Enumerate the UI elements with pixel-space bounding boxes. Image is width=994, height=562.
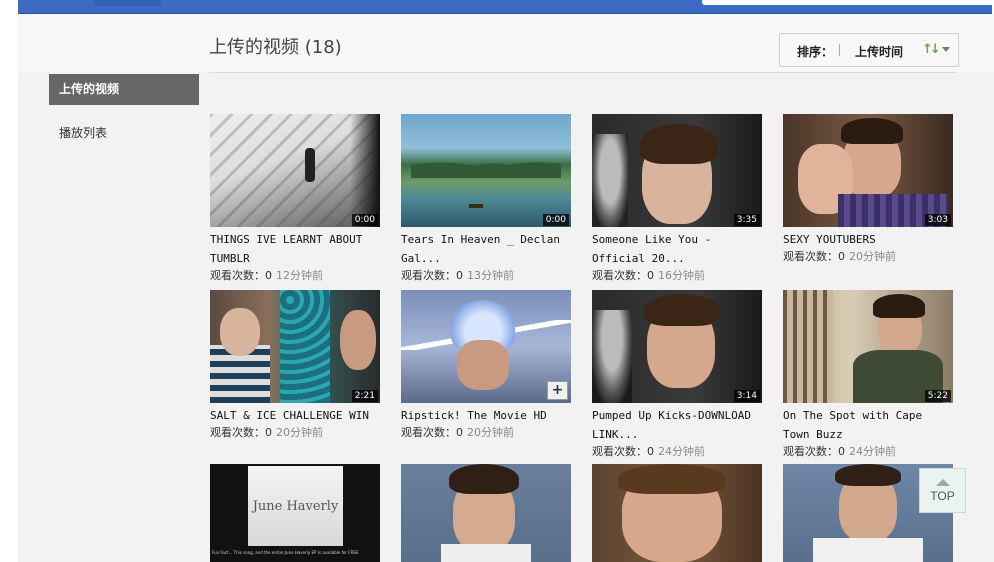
- video-meta: 观看次数：0 24分钟前: [783, 444, 955, 459]
- view-count: 0: [838, 445, 845, 458]
- upload-time: 12分钟前: [276, 269, 323, 282]
- upload-time: 24分钟前: [658, 445, 705, 458]
- thumbnail-caption: Fun Fact... This song, and the entire Ju…: [212, 550, 359, 555]
- view-count: 0: [647, 269, 654, 282]
- video-thumbnail[interactable]: 3:03: [783, 114, 953, 227]
- sort-label: 排序：: [797, 45, 834, 59]
- video-title[interactable]: THINGS IVE LEARNT ABOUT TUMBLR: [210, 230, 382, 268]
- page-title: 上传的视频 (18): [209, 37, 342, 58]
- video-thumbnail[interactable]: 5:22: [783, 290, 953, 403]
- video-meta: 观看次数：0 13分钟前: [401, 268, 573, 283]
- view-count: 0: [456, 426, 463, 439]
- video-thumbnail[interactable]: 3:35: [592, 114, 762, 227]
- video-duration: 0:00: [351, 214, 378, 226]
- video-card[interactable]: 3:03 SEXY YOUTUBERS 观看次数：0 20分钟前: [783, 114, 955, 264]
- sort-value: 上传时间: [855, 45, 904, 59]
- channel-page: 上传的视频 (18) 排序： 上传时间 ↑↓ 上传的视频 播放列表 0:00 T…: [18, 14, 994, 562]
- video-title[interactable]: Tears In Heaven _ Declan Gal...: [401, 230, 573, 268]
- video-thumbnail[interactable]: June Haverly Fun Fact... This song, and …: [210, 464, 380, 562]
- video-thumbnail[interactable]: 3:14: [592, 290, 762, 403]
- divider: [839, 44, 840, 56]
- video-card[interactable]: [592, 464, 764, 562]
- video-card[interactable]: 3:35 Someone Like You - Official 20... 观…: [592, 114, 764, 283]
- video-meta: 观看次数：0 24分钟前: [592, 444, 764, 459]
- video-card[interactable]: 2:21 SALT & ICE CHALLENGE WIN 观看次数：0 20分钟…: [210, 290, 382, 440]
- back-to-top-button[interactable]: TOP: [919, 468, 966, 513]
- video-card[interactable]: [401, 464, 573, 562]
- video-duration: 5:22: [924, 390, 951, 402]
- video-card[interactable]: 3:14 Pumped Up Kicks-DOWNLOAD LINK... 观看…: [592, 290, 764, 459]
- upload-time: 24分钟前: [849, 445, 896, 458]
- video-title[interactable]: Someone Like You - Official 20...: [592, 230, 764, 268]
- video-title[interactable]: On The Spot with Cape Town Buzz: [783, 406, 955, 444]
- view-count: 0: [265, 426, 272, 439]
- sort-arrows-icon: ↑↓: [922, 42, 941, 57]
- arrow-up-icon: [936, 479, 950, 486]
- views-label: 观看次数：: [783, 445, 838, 458]
- video-duration: 3:14: [733, 390, 760, 402]
- upload-time: 13分钟前: [467, 269, 514, 282]
- video-card[interactable]: 0:00 Tears In Heaven _ Declan Gal... 观看次…: [401, 114, 573, 283]
- video-title[interactable]: SEXY YOUTUBERS: [783, 230, 955, 249]
- top-navigation-bar: [18, 0, 994, 14]
- video-meta: 观看次数：0 20分钟前: [401, 425, 573, 440]
- video-card[interactable]: 5:22 On The Spot with Cape Town Buzz 观看次…: [783, 290, 955, 459]
- view-count: 0: [265, 269, 272, 282]
- views-label: 观看次数：: [401, 426, 456, 439]
- chevron-down-icon: [942, 47, 950, 52]
- views-label: 观看次数：: [783, 250, 838, 263]
- video-duration: 2:21: [351, 390, 378, 402]
- video-thumbnail[interactable]: 0:00: [401, 114, 571, 227]
- upload-time: 20分钟前: [467, 426, 514, 439]
- divider: [209, 72, 957, 73]
- add-to-playlist-button[interactable]: +: [547, 381, 568, 400]
- view-count: 0: [838, 250, 845, 263]
- sidebar-item-uploads[interactable]: 上传的视频: [49, 74, 199, 105]
- back-to-top-label: TOP: [930, 489, 955, 503]
- video-title[interactable]: Ripstick! The Movie HD: [401, 406, 573, 425]
- video-meta: 观看次数：0 20分钟前: [783, 249, 955, 264]
- top-nav-tab[interactable]: [94, 0, 161, 6]
- views-label: 观看次数：: [210, 426, 265, 439]
- sort-dropdown[interactable]: 排序： 上传时间 ↑↓: [779, 33, 959, 67]
- video-duration: 0:00: [542, 214, 569, 226]
- video-thumbnail[interactable]: [592, 464, 762, 562]
- video-duration: 3:03: [924, 214, 951, 226]
- upload-time: 20分钟前: [849, 250, 896, 263]
- views-label: 观看次数：: [401, 269, 456, 282]
- video-thumbnail[interactable]: +: [401, 290, 571, 403]
- video-meta: 观看次数：0 20分钟前: [210, 425, 382, 440]
- video-meta: 观看次数：0 16分钟前: [592, 268, 764, 283]
- search-input[interactable]: [702, 0, 994, 5]
- views-label: 观看次数：: [592, 445, 647, 458]
- view-count: 0: [647, 445, 654, 458]
- video-card[interactable]: 0:00 THINGS IVE LEARNT ABOUT TUMBLR 观看次数…: [210, 114, 382, 283]
- video-thumbnail[interactable]: 0:00: [210, 114, 380, 227]
- views-label: 观看次数：: [210, 269, 265, 282]
- sidebar-item-playlists[interactable]: 播放列表: [59, 124, 107, 141]
- video-thumbnail[interactable]: 2:21: [210, 290, 380, 403]
- video-meta: 观看次数：0 12分钟前: [210, 268, 382, 283]
- video-title[interactable]: Pumped Up Kicks-DOWNLOAD LINK...: [592, 406, 764, 444]
- thumbnail-text: June Haverly: [252, 499, 339, 514]
- video-card[interactable]: + Ripstick! The Movie HD 观看次数：0 20分钟前: [401, 290, 573, 440]
- video-duration: 3:35: [733, 214, 760, 226]
- views-label: 观看次数：: [592, 269, 647, 282]
- upload-time: 16分钟前: [658, 269, 705, 282]
- video-card[interactable]: June Haverly Fun Fact... This song, and …: [210, 464, 382, 562]
- view-count: 0: [456, 269, 463, 282]
- video-thumbnail[interactable]: [401, 464, 571, 562]
- upload-time: 20分钟前: [276, 426, 323, 439]
- video-title[interactable]: SALT & ICE CHALLENGE WIN: [210, 406, 382, 425]
